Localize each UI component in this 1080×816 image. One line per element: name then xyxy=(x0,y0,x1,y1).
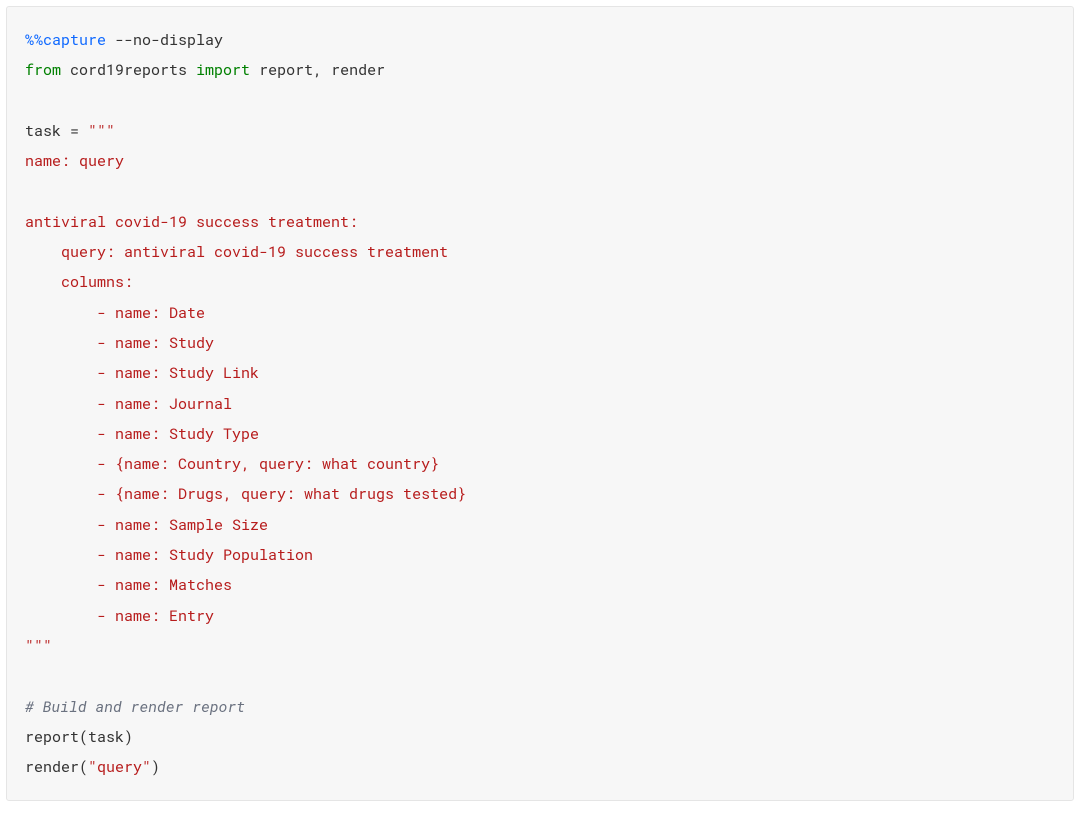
magic-token: %%capture xyxy=(25,30,106,50)
code-string-line: - {name: Country, query: what country} xyxy=(25,449,1055,479)
code-string-line: - name: Matches xyxy=(25,570,1055,600)
code-string-line: - {name: Drugs, query: what drugs tested… xyxy=(25,479,1055,509)
code-text: report, render xyxy=(250,60,385,80)
code-string-line: antiviral covid-19 success treatment: xyxy=(25,207,1055,237)
code-string-line: - name: Sample Size xyxy=(25,510,1055,540)
code-line: report(task) xyxy=(25,722,1055,752)
code-string-line: - name: Study Type xyxy=(25,419,1055,449)
code-blank-line xyxy=(25,176,1055,206)
code-string-line: - name: Study Population xyxy=(25,540,1055,570)
code-text: cord19reports xyxy=(61,60,196,80)
code-string-line: - name: Study Link xyxy=(25,358,1055,388)
keyword-token: import xyxy=(196,60,250,80)
operator-token: = xyxy=(70,121,88,141)
code-string-line: query: antiviral covid-19 success treatm… xyxy=(25,237,1055,267)
code-string-line: """ xyxy=(25,631,1055,661)
code-string-line: columns: xyxy=(25,267,1055,297)
code-string-line: - name: Date xyxy=(25,298,1055,328)
code-string-line: - name: Study xyxy=(25,328,1055,358)
string-token: "query" xyxy=(88,757,151,777)
code-text: task xyxy=(25,121,70,141)
keyword-token: from xyxy=(25,60,61,80)
code-text: ) xyxy=(151,757,160,777)
code-string-line: - name: Entry xyxy=(25,601,1055,631)
code-blank-line xyxy=(25,86,1055,116)
code-comment-line: # Build and render report xyxy=(25,692,1055,722)
code-string-line: - name: Journal xyxy=(25,389,1055,419)
code-line: from cord19reports import report, render xyxy=(25,55,1055,85)
code-text: render( xyxy=(25,757,88,777)
code-line: task = """ xyxy=(25,116,1055,146)
code-text: --no-display xyxy=(106,30,223,50)
code-line: render("query") xyxy=(25,752,1055,782)
string-token: """ xyxy=(88,121,115,141)
code-string-line: name: query xyxy=(25,146,1055,176)
code-line: %%capture --no-display xyxy=(25,25,1055,55)
code-blank-line xyxy=(25,661,1055,691)
code-cell[interactable]: %%capture --no-display from cord19report… xyxy=(6,6,1074,801)
